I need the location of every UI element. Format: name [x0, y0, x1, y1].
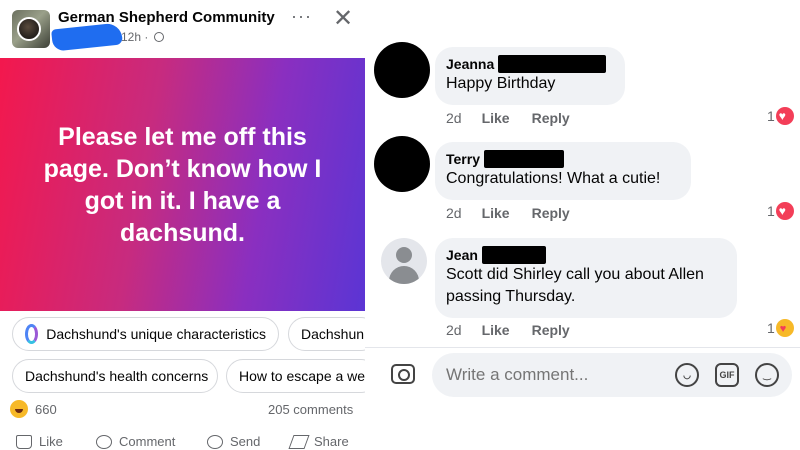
avatar-shoulders	[389, 266, 419, 284]
comment-text: Happy Birthday	[446, 75, 556, 92]
post-panel: German Shepherd Community 12h · ··· ✕ Pl…	[0, 0, 365, 450]
commenter-name-text: Jean	[446, 247, 478, 263]
send-label: Send	[230, 434, 261, 449]
emoji-icon[interactable]: ‿	[755, 363, 779, 387]
post-time: 12h ·	[121, 30, 164, 44]
messenger-icon	[207, 434, 223, 449]
chip-label: Dachshund's unique characteristics	[46, 326, 266, 342]
comment-actions: 2d Like Reply	[446, 205, 592, 221]
chip-label: Dachshund's health concerns	[25, 368, 209, 384]
comment-reactions[interactable]: 1	[767, 107, 794, 125]
avatar-sticker-icon[interactable]: ◡	[675, 363, 699, 387]
globe-icon	[153, 32, 164, 42]
commenter-name-text: Jeanna	[446, 56, 495, 72]
avatar[interactable]	[374, 42, 430, 98]
reactions-summary[interactable]: 660	[10, 400, 57, 418]
comment-reply-button[interactable]: Reply	[532, 322, 570, 338]
camera-icon[interactable]	[391, 364, 415, 384]
redaction-mark	[481, 246, 546, 264]
gif-icon[interactable]: GIF	[715, 363, 739, 387]
comments-panel: Jeanna Happy Birthday 2d Like Reply 1 Te…	[365, 0, 800, 450]
thumbs-up-icon	[16, 434, 32, 449]
comment-reactions[interactable]: 1	[767, 202, 794, 220]
meta-ai-icon	[25, 324, 39, 344]
chip-label: How to escape a we	[239, 368, 365, 384]
comment-actions: 2d Like Reply	[446, 110, 592, 126]
care-icon	[775, 319, 794, 337]
redaction-mark	[483, 150, 564, 168]
commenter-name-text: Terry	[446, 151, 480, 167]
commenter-name[interactable]: Terry	[446, 150, 679, 168]
comment-bubble: Terry Congratulations! What a cutie!	[435, 142, 691, 200]
like-label: Like	[39, 434, 63, 449]
chip-escape[interactable]: How to escape a we	[226, 359, 365, 393]
comment-like-button[interactable]: Like	[482, 110, 510, 126]
commenter-name[interactable]: Jean	[446, 246, 725, 264]
comment-reactions[interactable]: 1	[767, 319, 794, 337]
comment-like-button[interactable]: Like	[482, 205, 510, 221]
avatar-head	[396, 247, 412, 263]
share-icon	[288, 434, 310, 449]
comment-text: Congratulations! What a cutie!	[446, 170, 661, 187]
group-name[interactable]: German Shepherd Community	[58, 9, 275, 26]
divider	[365, 347, 800, 348]
chip-dachshund-characteristics[interactable]: Dachshund's unique characteristics	[12, 317, 279, 351]
comments-count[interactable]: 205 comments	[268, 402, 353, 417]
comment-reply-button[interactable]: Reply	[532, 205, 570, 221]
comment-reply-button[interactable]: Reply	[532, 110, 570, 126]
close-icon[interactable]: ✕	[333, 4, 353, 33]
comment-icon	[96, 434, 112, 449]
chip-dachshund-health[interactable]: Dachshund's health concerns	[12, 359, 218, 393]
share-label: Share	[314, 434, 349, 449]
post-header: German Shepherd Community 12h · ··· ✕	[0, 0, 365, 58]
reaction-count: 660	[35, 401, 57, 417]
post-background: Please let me off this page. Don’t know …	[0, 58, 365, 311]
redaction-mark	[498, 55, 607, 73]
comment-bubble: Jeanna Happy Birthday	[435, 47, 625, 105]
chip-dachshund-more[interactable]: Dachshun	[288, 317, 365, 351]
reaction-count: 1	[767, 320, 775, 336]
comment-time: 2d	[446, 205, 462, 221]
comment-label: Comment	[119, 434, 176, 449]
post-text: Please let me off this page. Don’t know …	[43, 122, 322, 247]
comment-button[interactable]: Comment	[96, 434, 175, 449]
comment-actions: 2d Like Reply	[446, 322, 592, 338]
reaction-count: 1	[767, 203, 775, 219]
share-button[interactable]: Share	[288, 434, 349, 449]
comment-time: 2d	[446, 110, 462, 126]
chip-label: Dachshun	[301, 326, 365, 342]
author-avatar[interactable]	[17, 17, 41, 41]
like-button[interactable]: Like	[16, 434, 63, 449]
heart-icon	[775, 202, 794, 220]
haha-icon	[10, 400, 28, 418]
comment-bubble: Jean Scott did Shirley call you about Al…	[435, 238, 737, 318]
more-options-icon[interactable]: ···	[291, 6, 312, 27]
heart-icon	[775, 107, 794, 125]
avatar[interactable]	[374, 136, 430, 192]
comment-like-button[interactable]: Like	[482, 322, 510, 338]
reaction-count: 1	[767, 108, 775, 124]
redaction-mark	[51, 22, 123, 52]
comment-text: Scott did Shirley call you about Allen p…	[446, 266, 704, 305]
comment-time: 2d	[446, 322, 462, 338]
default-avatar[interactable]	[381, 238, 427, 284]
send-button[interactable]: Send	[207, 434, 260, 449]
commenter-name[interactable]: Jeanna	[446, 55, 613, 73]
